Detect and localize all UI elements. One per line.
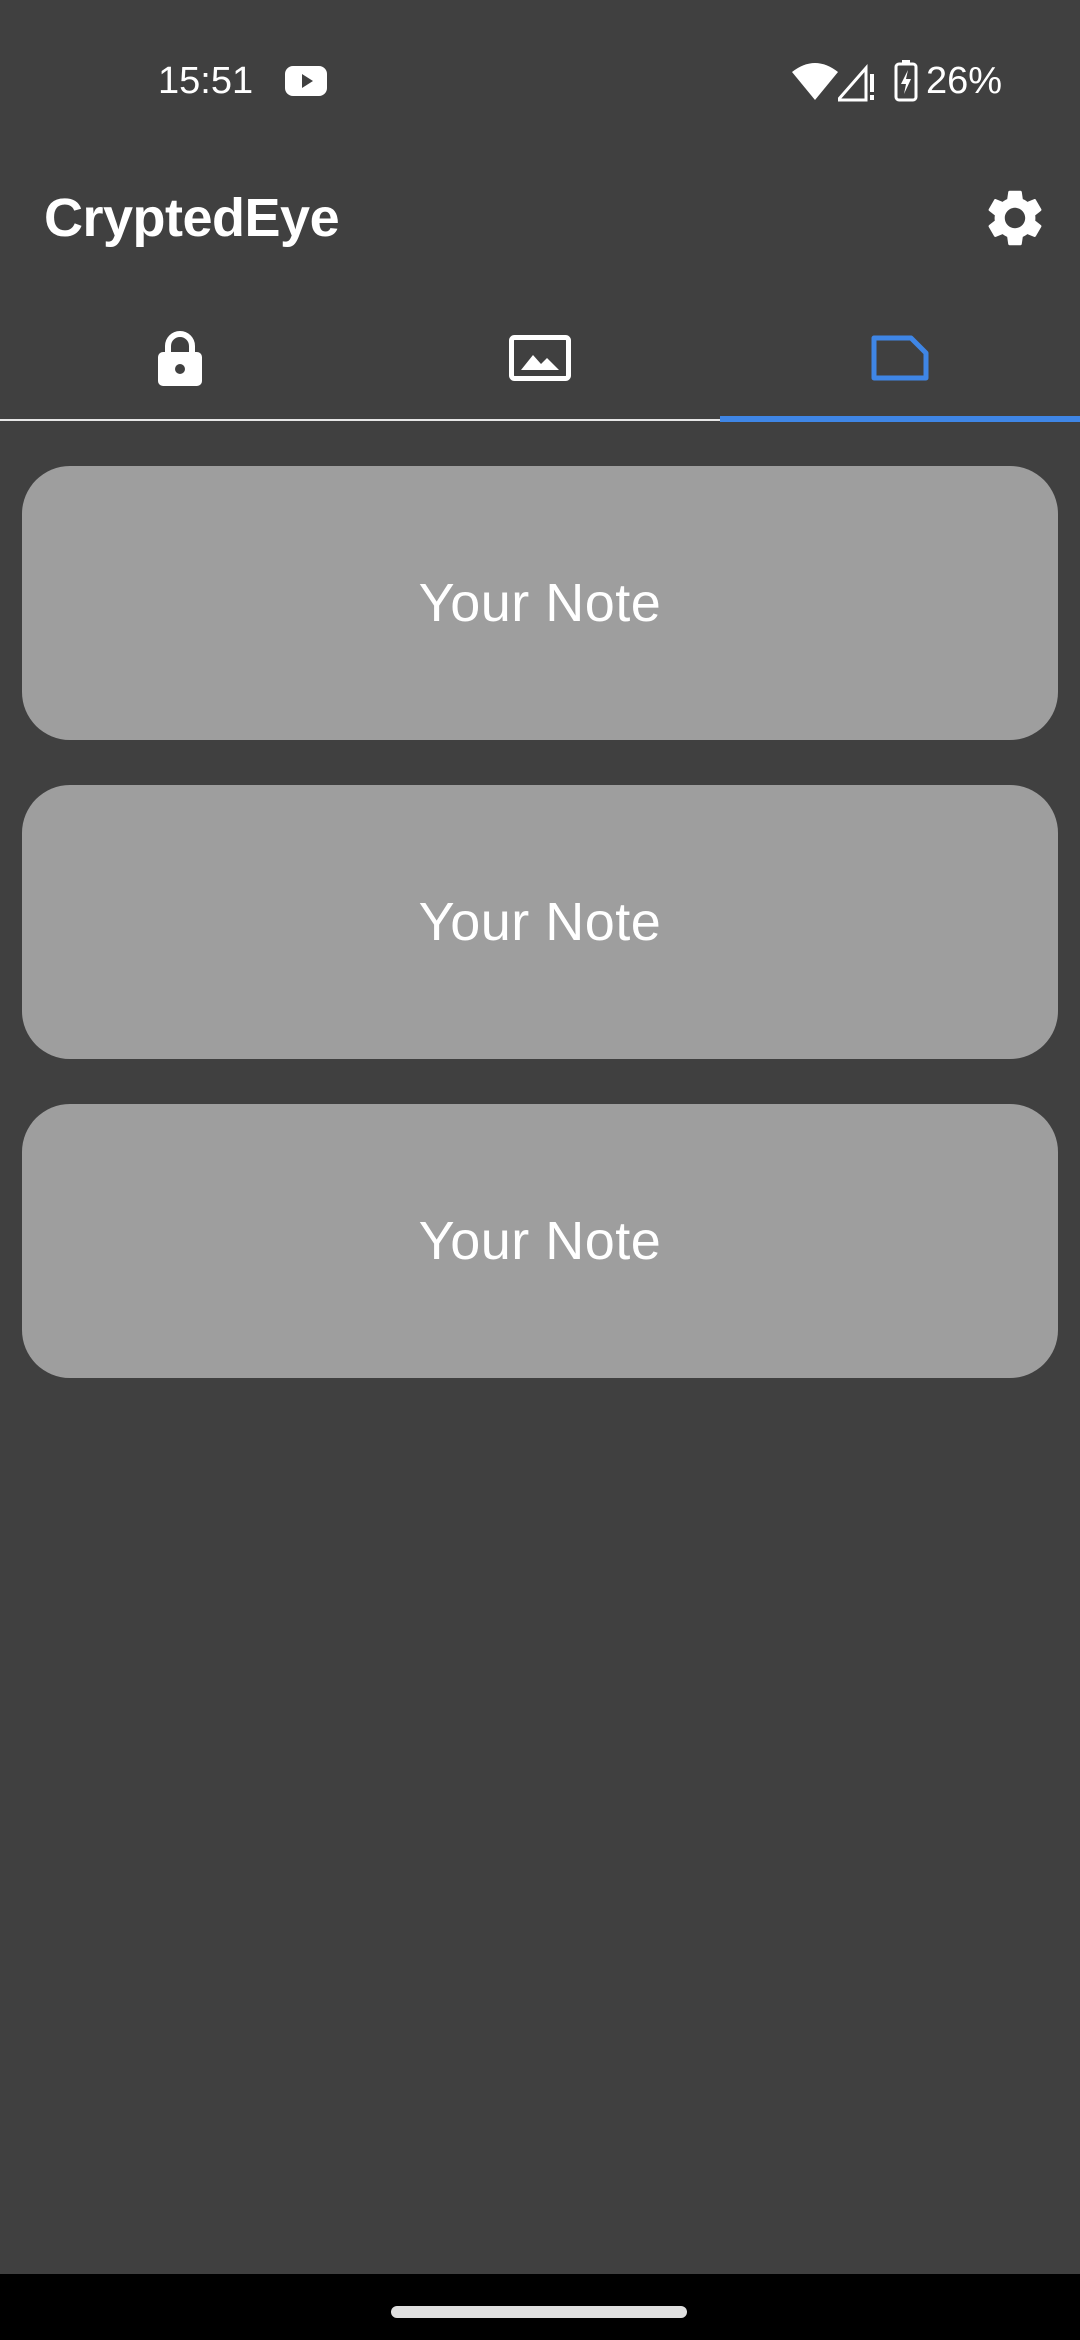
signal-icon xyxy=(834,64,878,102)
lock-icon xyxy=(158,331,202,386)
image-icon xyxy=(509,335,571,381)
note-card[interactable]: Your Note xyxy=(22,466,1058,740)
note-label: Your Note xyxy=(418,573,662,633)
app-title: CryptedEye xyxy=(44,188,340,248)
battery-percent: 26% xyxy=(926,60,1003,102)
note-icon xyxy=(871,335,929,381)
wifi-icon xyxy=(792,62,838,100)
battery-charging-icon xyxy=(894,60,918,102)
note-card[interactable]: Your Note xyxy=(22,1104,1058,1378)
navigation-bar xyxy=(0,2274,1080,2340)
status-bar: 15:51 26% xyxy=(0,0,1080,165)
tab-bar xyxy=(0,295,1080,422)
settings-button[interactable] xyxy=(970,173,1060,263)
tab-images[interactable] xyxy=(360,295,720,421)
youtube-icon xyxy=(285,66,327,96)
home-handle[interactable] xyxy=(391,2306,687,2318)
notes-list: Your Note Your Note Your Note xyxy=(22,466,1058,1423)
gear-icon xyxy=(988,190,1042,246)
status-time: 15:51 xyxy=(158,60,254,102)
tab-selected-indicator xyxy=(720,416,1080,422)
note-label: Your Note xyxy=(418,892,662,952)
app-bar: CryptedEye xyxy=(0,165,1080,295)
note-label: Your Note xyxy=(418,1211,662,1271)
tab-lock[interactable] xyxy=(0,295,360,421)
note-card[interactable]: Your Note xyxy=(22,785,1058,1059)
tab-notes[interactable] xyxy=(720,295,1080,421)
